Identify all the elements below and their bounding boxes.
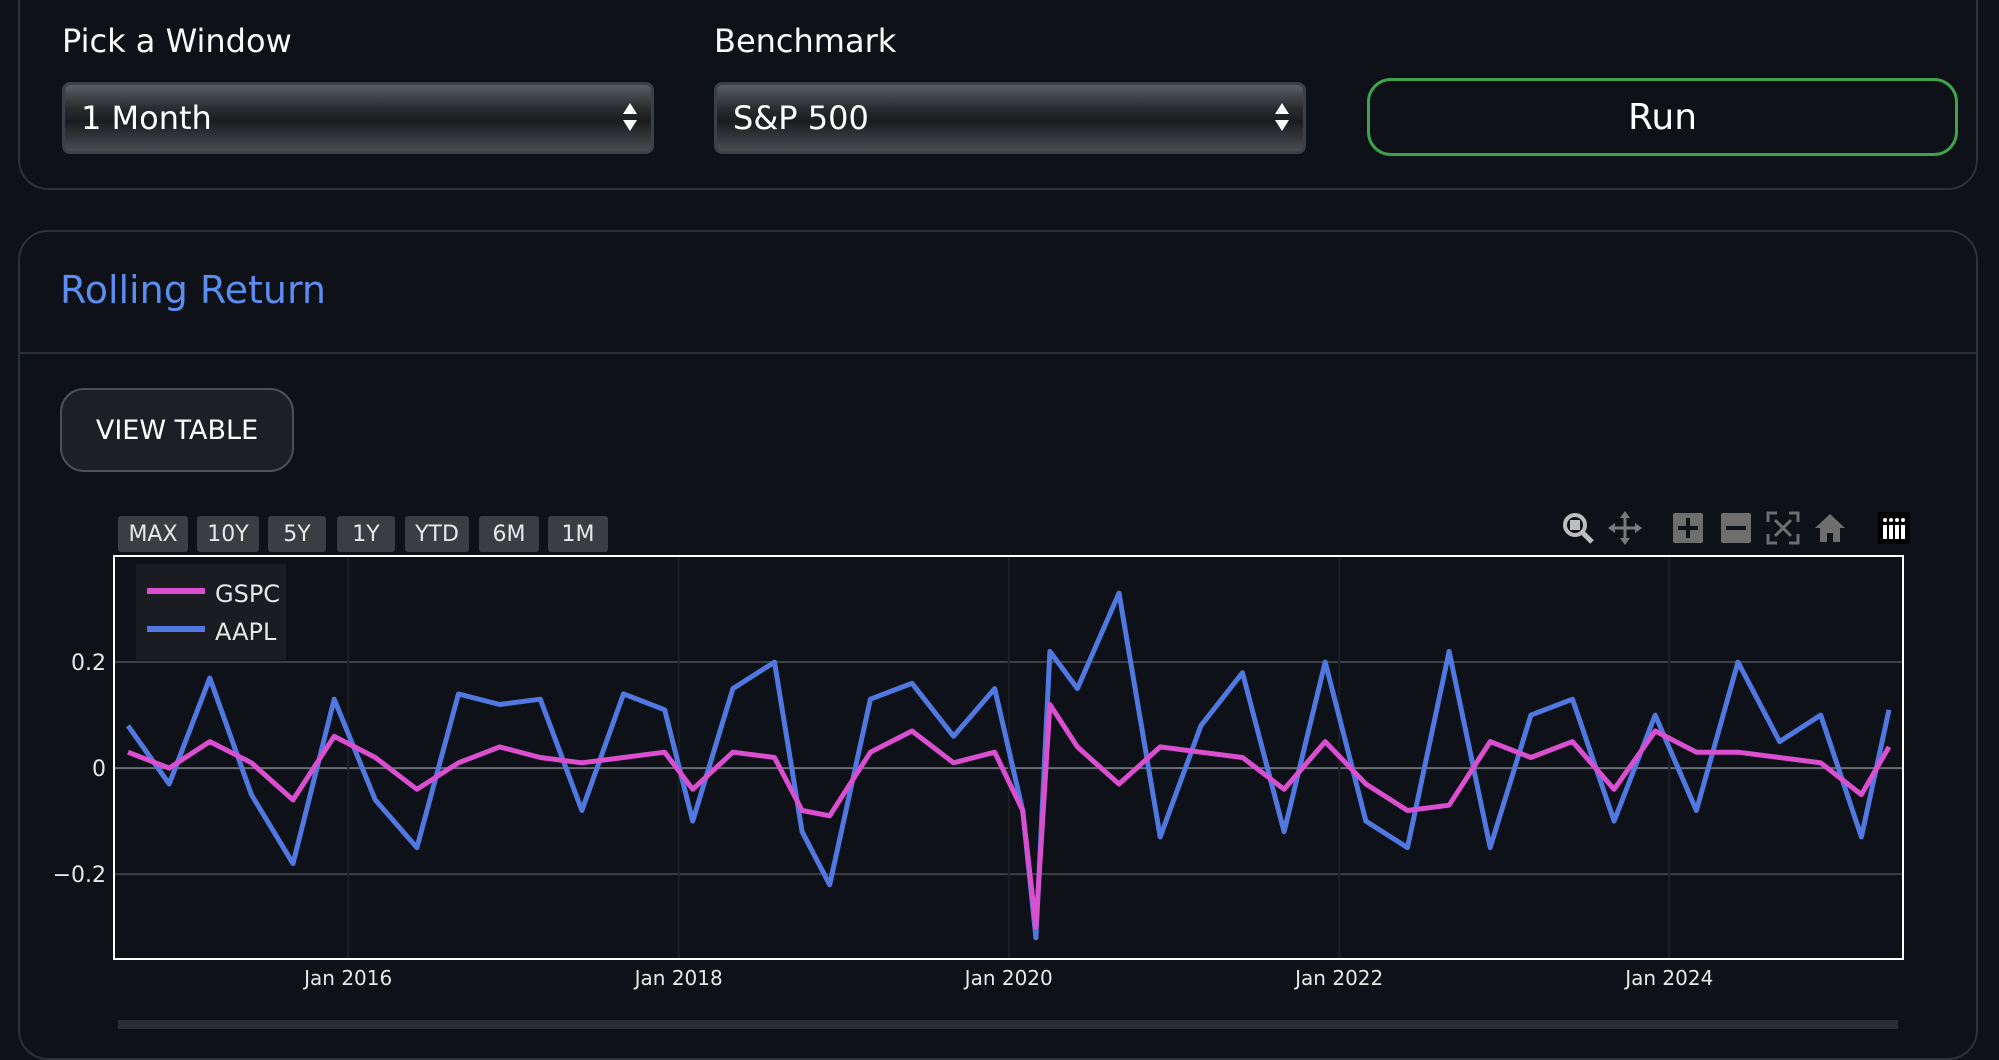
x-tick-label: Jan 2024 bbox=[1623, 966, 1713, 990]
y-tick-label: 0 bbox=[92, 757, 106, 782]
y-tick-label: 0.2 bbox=[71, 651, 106, 676]
legend-label-gspc[interactable]: GSPC bbox=[215, 580, 280, 608]
x-tick-label: Jan 2020 bbox=[963, 966, 1053, 990]
legend-label-aapl[interactable]: AAPL bbox=[215, 618, 277, 646]
x-tick-label: Jan 2018 bbox=[633, 966, 723, 990]
rolling-return-chart: 0.2 0 −0.2 Jan 2016 Jan 2018 Jan 2020 Jan 202… bbox=[53, 555, 1904, 1029]
chart-legend[interactable]: GSPC AAPL bbox=[136, 564, 286, 660]
range-slider[interactable] bbox=[118, 1020, 1898, 1029]
y-tick-label: −0.2 bbox=[53, 863, 106, 888]
x-tick-label: Jan 2022 bbox=[1293, 966, 1383, 990]
x-tick-label: Jan 2016 bbox=[302, 966, 392, 990]
